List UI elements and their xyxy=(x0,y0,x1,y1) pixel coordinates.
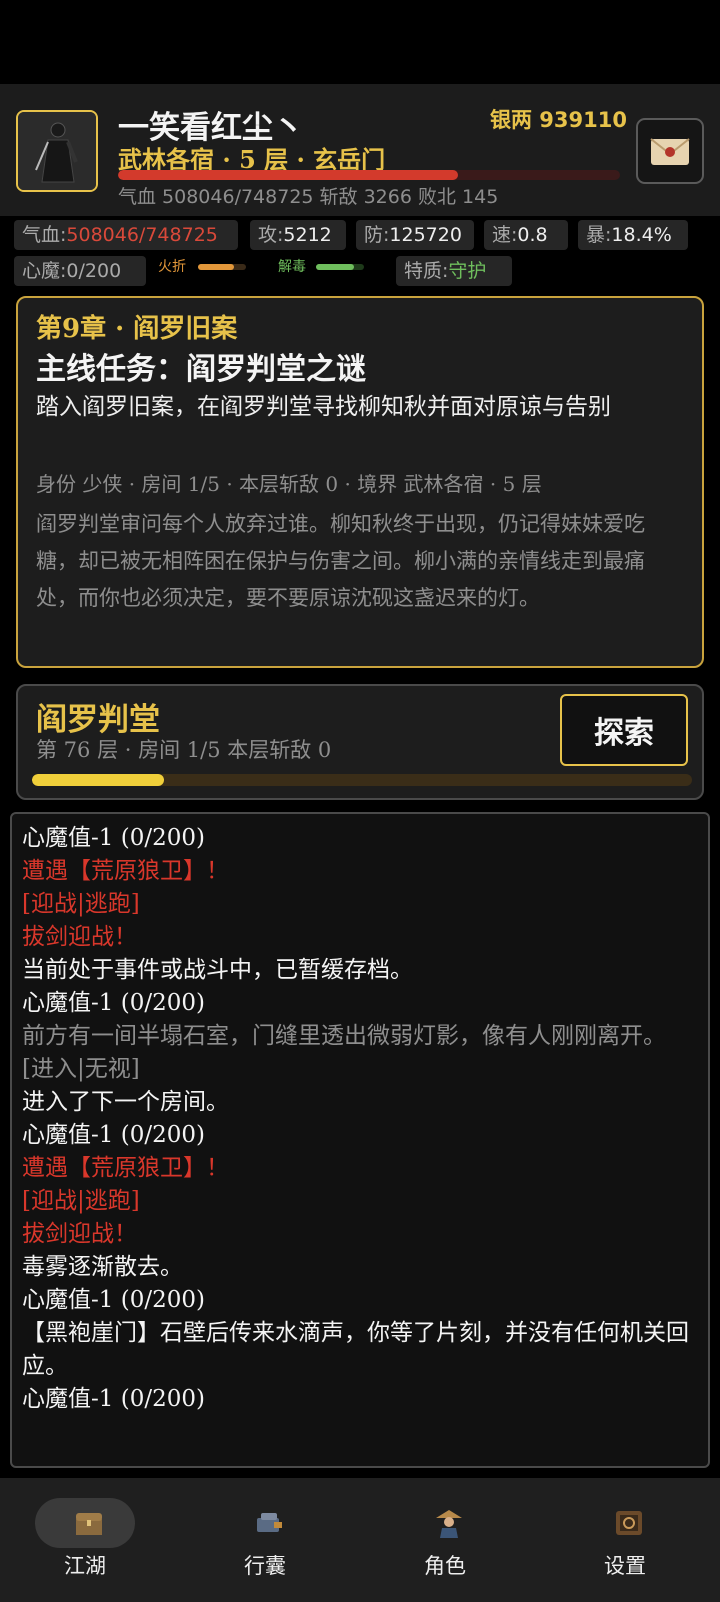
log-line: 前方有一间半塌石室，门缝里透出微弱灯影，像有人刚刚离开。 xyxy=(22,1023,666,1049)
dungeon-card: 阎罗判堂 第 76 层 · 房间 1/5 本层斩敌 0 探索 xyxy=(16,684,704,800)
chest-icon xyxy=(76,1513,102,1535)
stat-attack: 攻:5212 xyxy=(250,220,346,250)
buff-antidote-bar xyxy=(316,264,364,270)
log-line: 心魔值-1 (0/200) xyxy=(22,1122,205,1148)
stat-attack-value: 5212 xyxy=(283,224,332,246)
quest-description: 踏入阎罗旧案，在阎罗判堂寻找柳知秋并面对原谅与告别 xyxy=(36,394,611,420)
stat-defense-value: 125720 xyxy=(389,224,462,246)
stat-trait-value: 守护 xyxy=(448,260,487,282)
nav-label: 江湖 xyxy=(64,1554,106,1578)
log-line: 毒雾逐渐散去。 xyxy=(22,1254,183,1280)
buff-antidote-bar-fill xyxy=(316,264,355,270)
log-line: 遭遇【荒原狼卫】！ xyxy=(22,858,229,884)
nav-item-character[interactable]: 角色 xyxy=(360,1478,540,1602)
status-bar-area xyxy=(0,0,720,84)
hp-bar xyxy=(118,170,620,180)
dungeon-info: 第 76 层 · 房间 1/5 本层斩敌 0 xyxy=(36,738,332,762)
log-line: 进入了下一个房间。 xyxy=(22,1089,229,1115)
bag-icon xyxy=(257,1513,282,1532)
log-line: [进入|无视] xyxy=(22,1056,140,1082)
settings-scroll-icon xyxy=(616,1511,642,1535)
mail-button[interactable] xyxy=(636,118,704,184)
character-icon xyxy=(436,1510,462,1538)
nav-label: 角色 xyxy=(424,1554,466,1578)
dungeon-name: 阎罗判堂 xyxy=(36,702,160,738)
player-avatar[interactable] xyxy=(16,110,98,192)
quest-chapter: 第9章 · 阎罗旧案 xyxy=(36,314,238,344)
log-line: 当前处于事件或战斗中，已暂缓存档。 xyxy=(22,957,413,983)
event-log[interactable]: 心魔值-1 (0/200) 遭遇【荒原狼卫】！ [迎战|逃跑] 拔剑迎战！ 当前处于事件… xyxy=(10,812,710,1468)
dungeon-progress-fill xyxy=(32,774,164,786)
buff-fire-label: 火折 xyxy=(158,259,186,275)
quest-title: 主线任务：阎罗判堂之谜 xyxy=(36,352,366,387)
nav-item-settings[interactable]: 设置 xyxy=(540,1478,720,1602)
log-line: 【黑袍崖门】石壁后传来水滴声，你等了片刻，并没有任何机关回应。 xyxy=(22,1320,689,1379)
log-line: 拔剑迎战！ xyxy=(22,924,137,950)
quest-story: 阎罗判堂审问每个人放弃过谁。柳知秋终于出现，仍记得妹妹爱吃糖，却已被无相阵困在保… xyxy=(36,512,645,610)
quest-info: 身份 少侠 · 房间 1/5 · 本层斩敌 0 · 境界 武林各宿 · 5 层 xyxy=(36,472,542,496)
explore-button[interactable]: 探索 xyxy=(560,694,688,766)
log-line: [迎战|逃跑] xyxy=(22,1188,140,1214)
log-line: [迎战|逃跑] xyxy=(22,891,140,917)
stat-hp-value: 508046/748725 xyxy=(66,224,218,246)
hp-summary: 气血 508046/748725 斩敌 3266 败北 145 xyxy=(118,186,499,208)
stat-trait: 特质:守护 xyxy=(396,256,512,286)
event-log-list: 心魔值-1 (0/200) 遭遇【荒原狼卫】！ [迎战|逃跑] 拔剑迎战！ 当前处于事件… xyxy=(12,814,708,1416)
stat-speed: 速:0.8 xyxy=(484,220,568,250)
nav-item-bag[interactable]: 行囊 xyxy=(180,1478,360,1602)
silver-currency: 银两 939110 xyxy=(490,108,627,132)
hp-bar-fill xyxy=(118,170,459,180)
nav-label: 行囊 xyxy=(244,1554,286,1578)
buff-antidote-label: 解毒 xyxy=(278,259,306,275)
buff-fire-bar-fill xyxy=(198,264,234,270)
log-line: 心魔值-1 (0/200) xyxy=(22,825,205,851)
stat-speed-value: 0.8 xyxy=(517,224,548,246)
stat-crit-value: 18.4% xyxy=(611,224,672,246)
main-quest-card[interactable]: 第9章 · 阎罗旧案 主线任务：阎罗判堂之谜 踏入阎罗旧案，在阎罗判堂寻找柳知秋… xyxy=(16,296,704,668)
log-line: 拔剑迎战！ xyxy=(22,1221,137,1247)
nav-item-jianghu[interactable]: 江湖 xyxy=(0,1478,180,1602)
stat-demon-value: 0/200 xyxy=(66,260,122,282)
log-line: 心魔值-1 (0/200) xyxy=(22,1287,205,1313)
stat-crit: 暴:18.4% xyxy=(578,220,688,250)
nav-label: 设置 xyxy=(604,1554,646,1578)
letter-icon xyxy=(650,138,690,165)
log-line: 遭遇【荒原狼卫】！ xyxy=(22,1155,229,1181)
swordsman-portrait-icon xyxy=(18,112,96,190)
stat-demon: 心魔:0/200 xyxy=(14,256,146,286)
log-line: 心魔值-1 (0/200) xyxy=(22,1386,205,1412)
stat-defense: 防:125720 xyxy=(356,220,474,250)
buff-fire-bar xyxy=(198,264,246,270)
dungeon-progress-bar xyxy=(32,774,692,786)
bottom-nav: 江湖 行囊 角色 设置 xyxy=(0,1478,720,1602)
stat-hp: 气血:508046/748725 xyxy=(14,220,238,250)
log-line: 心魔值-1 (0/200) xyxy=(22,990,205,1016)
